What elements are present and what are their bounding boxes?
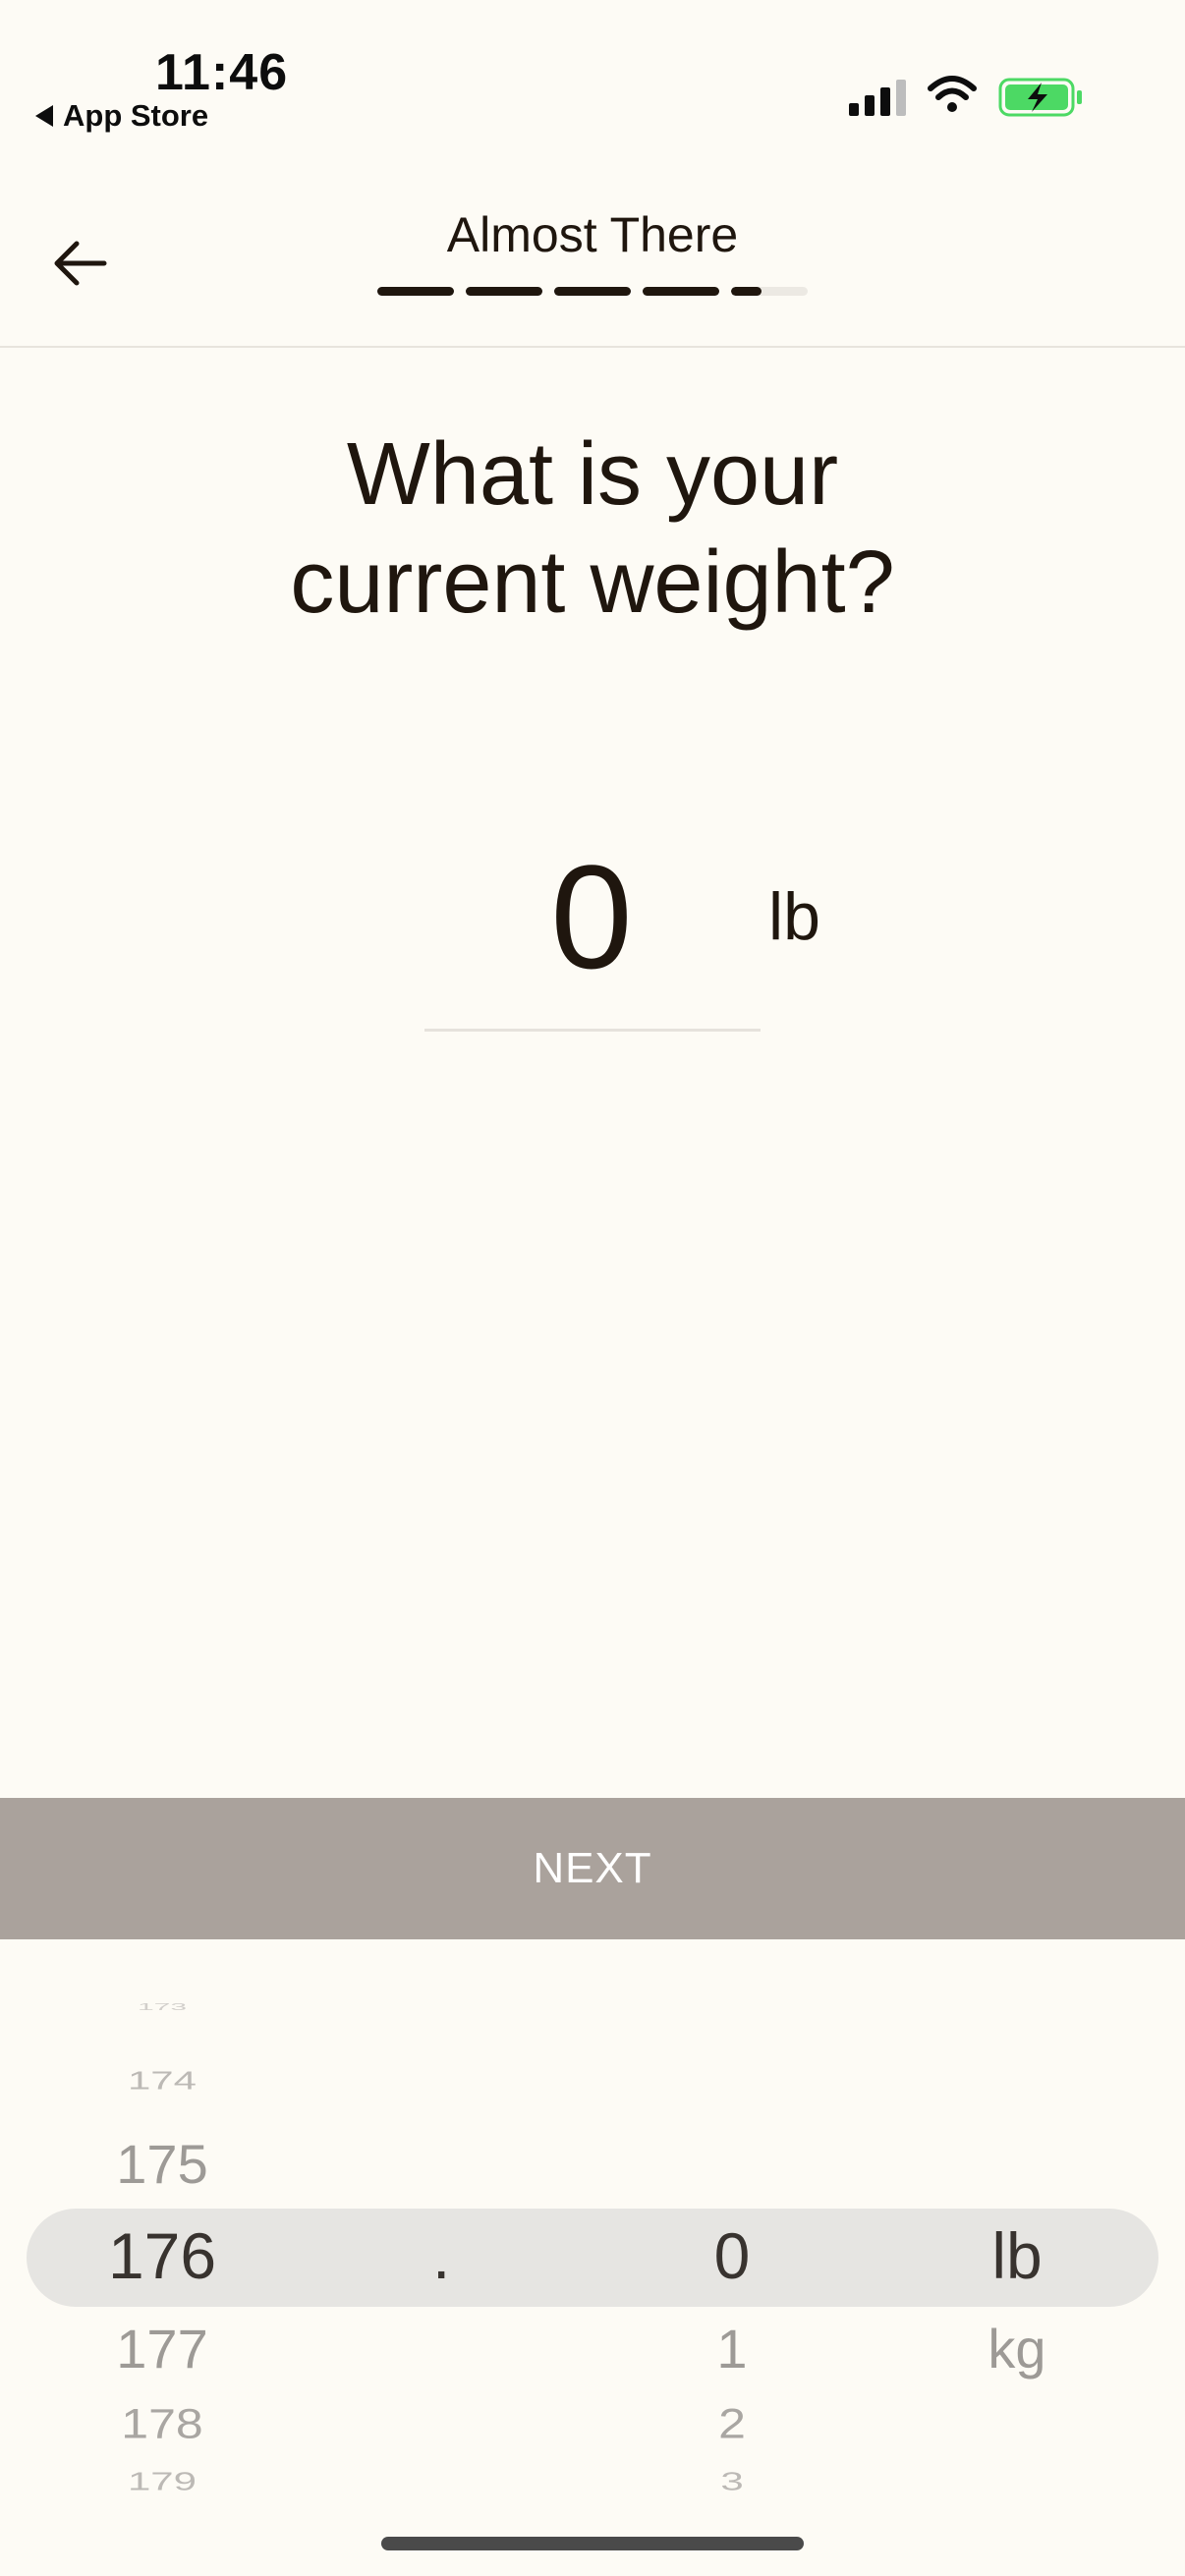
header-divider (0, 346, 1185, 348)
weight-value[interactable]: 0 (424, 833, 759, 1000)
picker-decimal-selected[interactable]: 0 (653, 2218, 811, 2293)
back-to-app-store-link[interactable]: App Store (35, 98, 208, 134)
picker-decimal-item[interactable]: 1 (653, 2317, 811, 2380)
next-button[interactable]: NEXT (0, 1798, 1185, 1939)
picker-integer-item[interactable]: 178 (79, 2399, 246, 2448)
picker-integer-item[interactable]: 175 (79, 2132, 246, 2196)
question-line-1: What is your (346, 425, 839, 524)
picker-integer-item[interactable]: 174 (79, 2066, 246, 2096)
progress-segment (466, 287, 542, 296)
status-time: 11:46 (155, 44, 289, 101)
weight-underline (424, 1029, 761, 1032)
picker-unit-selected[interactable]: lb (933, 2218, 1100, 2293)
weight-unit: lb (768, 879, 820, 954)
picker-decimal-separator: . (432, 2219, 451, 2292)
progress-fill (731, 287, 762, 296)
question-line-2: current weight? (290, 533, 895, 632)
picker-integer-item[interactable]: 177 (79, 2317, 246, 2380)
progress-segment (554, 287, 631, 296)
back-triangle-icon (35, 105, 53, 127)
progress-segment (377, 287, 454, 296)
progress-bar (377, 287, 808, 296)
header-title: Almost There (446, 207, 739, 262)
picker-decimal-item[interactable]: 2 (653, 2399, 811, 2448)
back-app-label: App Store (63, 98, 209, 133)
progress-segment (643, 287, 719, 296)
picker-integer-selected[interactable]: 176 (79, 2218, 246, 2293)
battery-charging-icon (998, 78, 1082, 117)
cellular-signal-icon (849, 80, 906, 116)
picker-decimal-item[interactable]: 3 (653, 2467, 811, 2496)
wifi-icon (928, 76, 977, 112)
picker-unit-item[interactable]: kg (933, 2317, 1100, 2380)
question-title: What is your current weight? (0, 420, 1185, 637)
progress-segment-partial (731, 287, 808, 296)
home-indicator (381, 2537, 804, 2550)
picker-integer-item[interactable]: 173 (79, 2001, 246, 2013)
picker-integer-item[interactable]: 179 (79, 2467, 246, 2496)
